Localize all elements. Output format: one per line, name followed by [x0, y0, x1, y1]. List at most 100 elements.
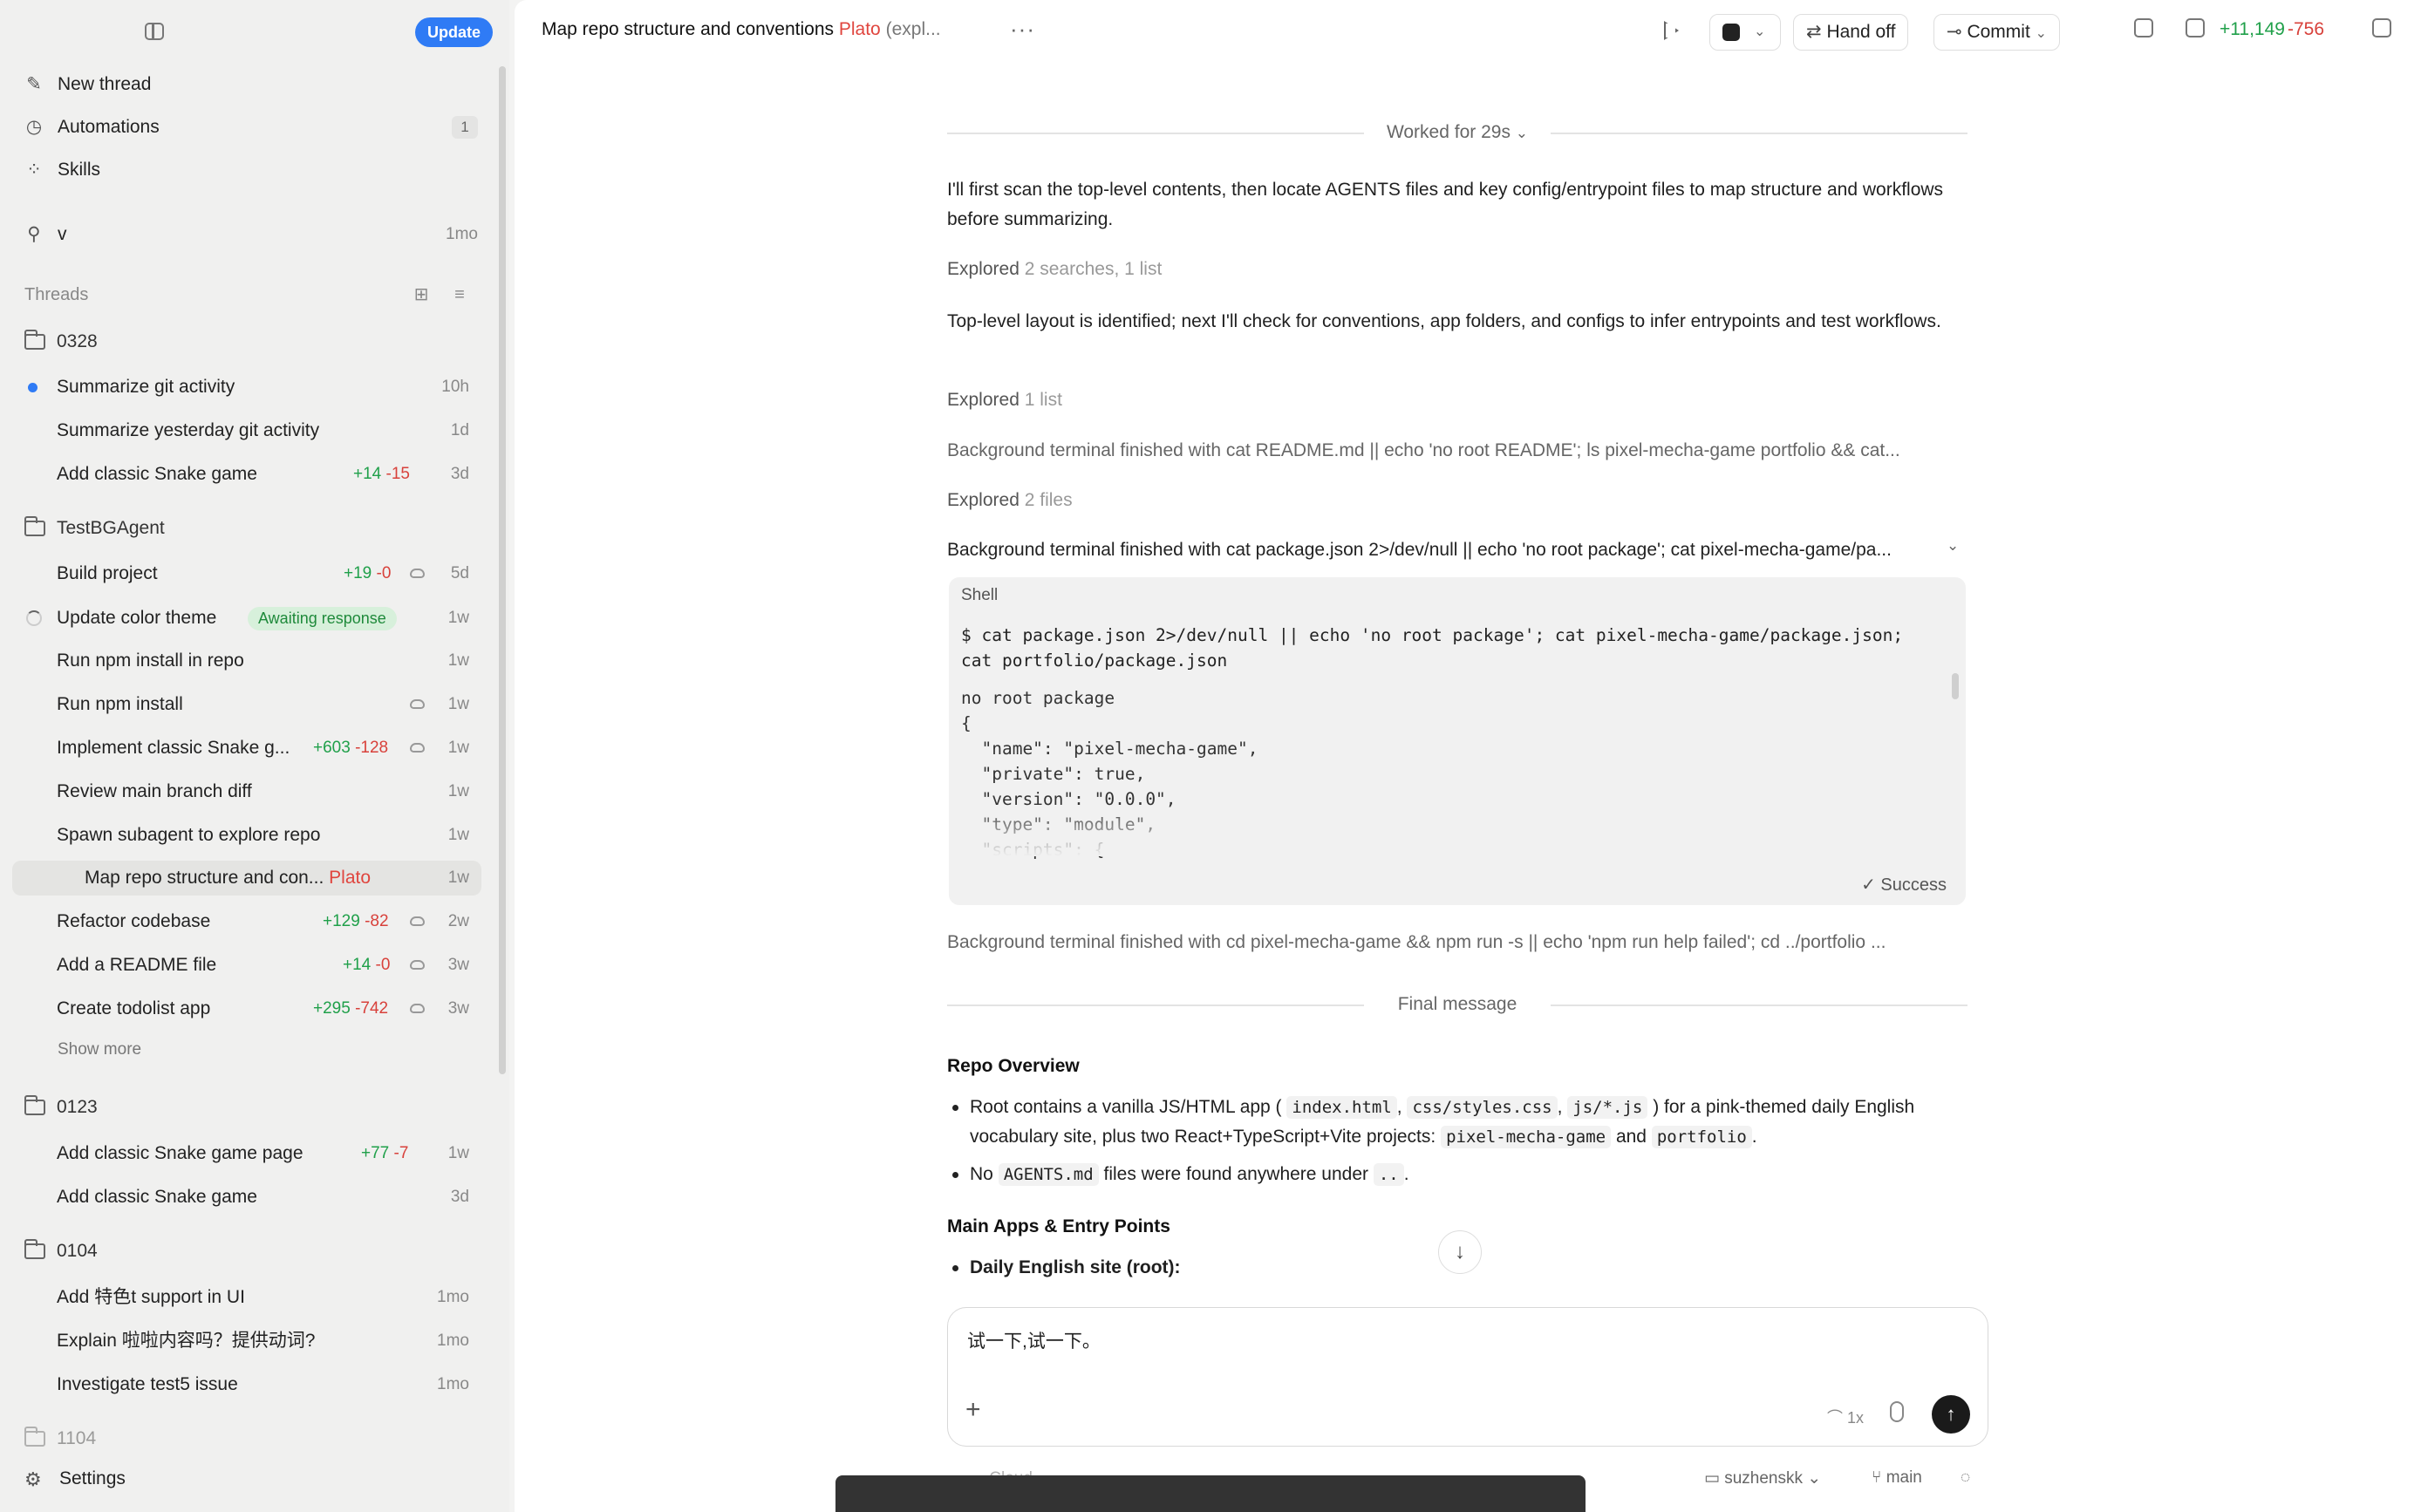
thread-diff: +77 -7: [361, 1136, 408, 1171]
folder-testbgagent[interactable]: TestBGAgent: [24, 514, 471, 542]
thread-item[interactable]: Build project +19 -0 5d: [12, 556, 481, 591]
inline-code: AGENTS.md: [998, 1163, 1099, 1186]
background-terminal-line[interactable]: Background terminal finished with cd pix…: [947, 932, 1959, 953]
thread-item[interactable]: Spawn subagent to explore repo 1w: [12, 818, 481, 853]
chevron-down-icon: ⌄: [1515, 125, 1529, 141]
nav-new-thread[interactable]: ✎ New thread: [24, 72, 478, 98]
thread-diff: +19 -0: [344, 556, 391, 591]
terminal-icon[interactable]: [2134, 18, 2153, 37]
cloud-icon: [410, 699, 425, 709]
chevron-down-icon: ⌄: [1807, 1469, 1822, 1488]
diff-add: +14: [353, 465, 382, 483]
explored-detail: 1 list: [1024, 390, 1062, 410]
thread-item[interactable]: Summarize git activity 10h: [12, 370, 481, 405]
explored-summary[interactable]: Explored 1 list: [947, 390, 1062, 411]
nav-skills[interactable]: ⁘ Skills: [24, 157, 478, 183]
diff-del: -15: [385, 465, 410, 483]
worked-for-text: Worked for 29s: [1386, 122, 1511, 142]
folder-0328[interactable]: 0328: [24, 328, 471, 356]
diff-del: -742: [355, 999, 389, 1018]
composer-input[interactable]: 试一下,试一下。: [967, 1327, 1101, 1353]
main-apps-heading: Main Apps & Entry Points: [947, 1216, 1170, 1236]
thread-time: 5d: [450, 564, 469, 582]
header-agent-name: Plato: [838, 19, 881, 39]
text-fragment: .: [1751, 1127, 1757, 1147]
update-button[interactable]: Update: [415, 17, 494, 47]
thread-item[interactable]: Investigate test5 issue 1mo: [12, 1367, 481, 1402]
thread-title: Add classic Snake game: [57, 1187, 257, 1207]
bullet-text: No AGENTS.md files were found anywhere u…: [970, 1160, 1967, 1189]
overlay-toolbar[interactable]: [835, 1475, 1586, 1512]
thread-item[interactable]: Add 特色t support in UI 1mo: [12, 1280, 481, 1315]
conversation: Worked for 29s ⌄ I'll first scan the top…: [947, 0, 1967, 1512]
shell-fade: [949, 804, 1966, 856]
diff-del: -0: [375, 956, 391, 974]
background-terminal-line-expanded[interactable]: Background terminal finished with cat pa…: [947, 540, 1941, 561]
show-more-link[interactable]: Show more: [58, 1040, 141, 1059]
thread-item[interactable]: Run npm install 1w: [12, 687, 481, 722]
thread-time: 1mo: [437, 1332, 469, 1350]
nav-automations[interactable]: ◷ Automations 1: [24, 114, 478, 140]
scroll-to-bottom-button[interactable]: ↓: [1438, 1230, 1482, 1274]
folder-icon: [24, 516, 45, 536]
thread-item[interactable]: Refactor codebase +129 -82 2w: [12, 904, 481, 939]
pinned-thread[interactable]: ⚲ v 1mo: [24, 221, 478, 248]
thread-item[interactable]: Update color theme Awaiting response 1w: [12, 601, 481, 636]
inline-code: js/*.js: [1567, 1096, 1648, 1119]
thread-time: 1w: [447, 695, 469, 713]
thread-title: Run npm install: [57, 694, 183, 714]
folder-name: TestBGAgent: [57, 518, 165, 538]
thread-item[interactable]: Add classic Snake game page +77 -7 1w: [12, 1136, 481, 1171]
explored-summary[interactable]: Explored 2 files: [947, 490, 1073, 511]
background-terminal-line[interactable]: Background terminal finished with cat RE…: [947, 440, 1959, 461]
folder-0123[interactable]: 0123: [24, 1093, 471, 1121]
thread-item[interactable]: Implement classic Snake g... +603 -128 1…: [12, 731, 481, 766]
thread-title: Create todolist app: [57, 998, 211, 1018]
thread-title: Update color theme: [57, 608, 217, 628]
thread-time: 1w: [447, 739, 469, 757]
grid-icon: ⁘: [26, 160, 42, 180]
send-button[interactable]: ↑: [1932, 1395, 1970, 1434]
thread-item[interactable]: Review main branch diff 1w: [12, 774, 481, 809]
thread-title: Implement classic Snake g...: [57, 738, 290, 758]
nav-label: Skills: [58, 160, 101, 180]
thread-time: 10h: [441, 378, 469, 396]
agent-name: Plato: [329, 868, 372, 888]
folder-0104[interactable]: 0104: [24, 1237, 471, 1265]
copy-window-icon[interactable]: [2372, 18, 2391, 37]
total-deletions: -756: [2288, 19, 2325, 39]
thread-item[interactable]: Summarize yesterday git activity 1d: [12, 413, 481, 448]
header-title-suffix: (expl...: [885, 19, 941, 39]
microphone-icon[interactable]: [1890, 1401, 1904, 1422]
thread-item[interactable]: Run npm install in repo 1w: [12, 644, 481, 678]
thread-item[interactable]: Add classic Snake game 3d: [12, 1180, 481, 1215]
thread-item-selected[interactable]: Map repo structure and con... Plato 1w: [12, 861, 481, 896]
thread-time: 1mo: [437, 1375, 469, 1393]
account-selector[interactable]: ▭ suzhenskk ⌄: [1704, 1468, 1821, 1488]
thread-time: 2w: [447, 912, 469, 930]
thread-item[interactable]: Add classic Snake game +14 -15 3d: [12, 457, 481, 492]
worked-for-separator[interactable]: Worked for 29s ⌄: [947, 122, 1967, 143]
branch-selector[interactable]: ⑂ main: [1872, 1468, 1922, 1488]
final-message-separator: Final message: [947, 994, 1967, 1015]
thread-item[interactable]: Explain 啦啦内容吗？提供动词? 1mo: [12, 1324, 481, 1359]
filter-icon[interactable]: ≡: [450, 285, 469, 304]
composer[interactable]: 试一下,试一下。 + ⌒ 1x ↑: [947, 1307, 1988, 1447]
thread-title-header: Map repo structure and conventions Plato…: [542, 19, 941, 40]
chevron-down-icon[interactable]: ⌄: [1947, 537, 1959, 555]
sidebar-scrollbar[interactable]: [499, 66, 506, 1074]
unread-dot-icon: [28, 383, 38, 392]
diff-add: +77: [361, 1144, 390, 1162]
thread-item[interactable]: Create todolist app +295 -742 3w: [12, 991, 481, 1026]
speed-toggle[interactable]: ⌒ 1x: [1827, 1406, 1864, 1428]
sidebar-toggle-icon[interactable]: [145, 23, 164, 40]
new-folder-icon[interactable]: ⊞: [412, 285, 431, 304]
thread-item[interactable]: Add a README file +14 -0 3w: [12, 948, 481, 983]
app-window: Update ✎ New thread ◷ Automations 1 ⁘ Sk…: [0, 0, 2421, 1512]
add-attachment-icon[interactable]: +: [965, 1397, 981, 1423]
folder-1104[interactable]: 1104: [24, 1425, 471, 1453]
speed-value: 1x: [1847, 1409, 1865, 1427]
shell-scrollbar[interactable]: [1952, 673, 1959, 699]
explored-summary[interactable]: Explored 2 searches, 1 list: [947, 259, 1162, 280]
diff-panel-icon[interactable]: [2186, 18, 2205, 37]
